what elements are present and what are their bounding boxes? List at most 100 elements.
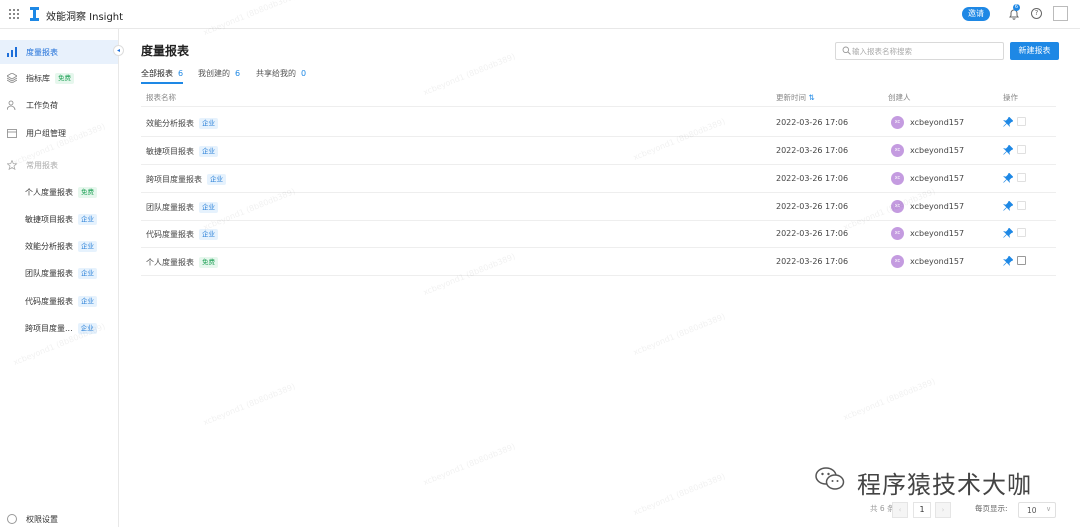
sidebar: 度量报表 指标库 免费 工作负荷 用户组管理 常用报表 个人度量报表 免费 敏捷项目… <box>0 29 119 527</box>
edit-icon[interactable] <box>1017 228 1026 237</box>
creator-name: xcbeyond157 <box>910 202 965 211</box>
enterprise-badge: 企业 <box>199 202 218 213</box>
free-badge: 免费 <box>78 186 97 198</box>
sidebar-item-reports[interactable]: 度量报表 <box>0 40 118 64</box>
favorite-name: 个人度量报表 <box>25 187 73 197</box>
favorite-label: 效能分析报表 企业 <box>25 240 97 252</box>
favorite-item[interactable]: 个人度量报表 免费 <box>0 180 118 204</box>
table-row[interactable]: 团队度量报表 企业 2022-03-26 17:06 xc xcbeyond157 <box>141 193 1056 221</box>
enterprise-badge: 企业 <box>78 295 97 307</box>
enterprise-badge: 企业 <box>78 213 97 225</box>
wechat-icon <box>815 467 845 490</box>
help-icon[interactable]: ? <box>1031 8 1042 19</box>
invite-button[interactable]: 邀请 <box>962 7 990 21</box>
table-row[interactable]: 敏捷项目报表 企业 2022-03-26 17:06 xc xcbeyond157 <box>141 137 1056 165</box>
avatar: xc <box>891 200 904 213</box>
creator-name: xcbeyond157 <box>910 174 965 183</box>
column-header-updated[interactable]: 更新时间 ⇅ <box>776 92 815 103</box>
prev-page-button[interactable]: ‹ <box>892 502 908 518</box>
app-grid-icon[interactable] <box>9 9 19 19</box>
edit-icon[interactable] <box>1017 201 1026 210</box>
favorite-item[interactable]: 代码度量报表 企业 <box>0 289 118 313</box>
sidebar-item-label: 指标库 免费 <box>26 72 74 84</box>
new-report-button[interactable]: 新建报表 <box>1010 42 1059 60</box>
report-name[interactable]: 效能分析报表 企业 <box>146 118 218 129</box>
tab-count: 6 <box>235 69 241 78</box>
favorite-item[interactable]: 团队度量报表 企业 <box>0 261 118 285</box>
enterprise-badge: 企业 <box>207 174 226 185</box>
favorite-item[interactable]: 敏捷项目报表 企业 <box>0 207 118 231</box>
enterprise-badge: 企业 <box>199 229 218 240</box>
sidebar-item-workload[interactable]: 工作负荷 <box>0 93 118 117</box>
sidebar-item-metrics[interactable]: 指标库 免费 <box>0 66 118 90</box>
next-page-button[interactable]: › <box>935 502 951 518</box>
report-name[interactable]: 个人度量报表 免费 <box>146 257 218 268</box>
table-row[interactable]: 个人度量报表 免费 2022-03-26 17:06 xc xcbeyond157 <box>141 248 1056 276</box>
pin-icon[interactable] <box>1003 173 1013 183</box>
table-row[interactable]: 跨项目度量报表 企业 2022-03-26 17:06 xc xcbeyond15… <box>141 165 1056 193</box>
report-name-text: 敏捷项目报表 <box>146 147 194 156</box>
sidebar-item-favorites[interactable]: 常用报表 <box>0 153 118 177</box>
tab-all-reports[interactable]: 全部报表 6 <box>141 68 184 84</box>
wechat-brand: 程序猿技术大咖 <box>815 463 1055 499</box>
report-name[interactable]: 代码度量报表 企业 <box>146 229 218 240</box>
sidebar-collapse-button[interactable]: ◂ <box>113 45 124 56</box>
search-input[interactable]: 输入报表名称搜索 <box>835 42 1004 60</box>
favorite-label: 敏捷项目报表 企业 <box>25 213 97 225</box>
edit-icon[interactable] <box>1017 256 1026 265</box>
bar-chart-icon <box>7 47 17 57</box>
table-row[interactable]: 效能分析报表 企业 2022-03-26 17:06 xc xcbeyond157 <box>141 109 1056 137</box>
updated-header-label: 更新时间 <box>776 93 806 102</box>
edit-icon[interactable] <box>1017 117 1026 126</box>
sidebar-item-user-groups[interactable]: 用户组管理 <box>0 121 118 145</box>
favorite-label: 跨项目度量... 企业 <box>25 322 97 334</box>
top-bar: 效能洞察 Insight 邀请 6 ? <box>0 0 1080 29</box>
creator-name: xcbeyond157 <box>910 118 965 127</box>
tab-label: 我创建的 <box>198 69 230 78</box>
edit-icon[interactable] <box>1017 173 1026 182</box>
enterprise-badge: 企业 <box>78 240 97 252</box>
page-size-select[interactable]: 10 ∨ <box>1018 502 1056 518</box>
updated-time: 2022-03-26 17:06 <box>776 257 849 266</box>
sidebar-item-label: 工作负荷 <box>26 100 58 110</box>
edit-icon[interactable] <box>1017 145 1026 154</box>
tab-count: 0 <box>301 69 307 78</box>
pin-icon[interactable] <box>1003 228 1013 238</box>
page-number[interactable]: 1 <box>913 502 931 518</box>
favorite-name: 代码度量报表 <box>25 296 73 306</box>
favorite-name: 团队度量报表 <box>25 268 73 278</box>
updated-time: 2022-03-26 17:06 <box>776 174 849 183</box>
user-menu-icon[interactable] <box>1053 6 1068 21</box>
favorite-name: 跨项目度量... <box>25 323 73 333</box>
pin-icon[interactable] <box>1003 145 1013 155</box>
brand-text: 程序猿技术大咖 <box>857 471 1032 499</box>
tab-shared-with-me[interactable]: 共享给我的 0 <box>256 68 306 84</box>
star-icon <box>7 160 17 170</box>
page-size-value: 10 <box>1027 506 1037 515</box>
report-name[interactable]: 团队度量报表 企业 <box>146 202 218 213</box>
pin-icon[interactable] <box>1003 117 1013 127</box>
favorite-item[interactable]: 跨项目度量... 企业 <box>0 316 118 340</box>
favorite-name: 效能分析报表 <box>25 241 73 251</box>
pin-icon[interactable] <box>1003 256 1013 266</box>
report-name-text: 跨项目度量报表 <box>146 175 202 184</box>
sort-icon[interactable]: ⇅ <box>808 93 814 102</box>
report-name[interactable]: 敏捷项目报表 企业 <box>146 146 218 157</box>
calendar-icon <box>7 129 17 138</box>
enterprise-badge: 企业 <box>199 146 218 157</box>
watermark: xcbeyond1 (8b80db389) <box>631 311 727 358</box>
tab-created-by-me[interactable]: 我创建的 6 <box>198 68 240 84</box>
report-name[interactable]: 跨项目度量报表 企业 <box>146 174 226 185</box>
avatar: xc <box>891 144 904 157</box>
tab-label: 共享给我的 <box>256 69 296 78</box>
settings-icon <box>7 514 17 524</box>
sidebar-item-permissions[interactable]: 权限设置 <box>0 510 118 528</box>
free-badge: 免费 <box>55 72 74 84</box>
table-row[interactable]: 代码度量报表 企业 2022-03-26 17:06 xc xcbeyond157 <box>141 220 1056 248</box>
avatar: xc <box>891 172 904 185</box>
favorite-item[interactable]: 效能分析报表 企业 <box>0 234 118 258</box>
tab-label: 全部报表 <box>141 69 173 78</box>
app-title: 效能洞察 Insight <box>46 12 124 23</box>
enterprise-badge: 企业 <box>77 322 97 334</box>
pin-icon[interactable] <box>1003 201 1013 211</box>
